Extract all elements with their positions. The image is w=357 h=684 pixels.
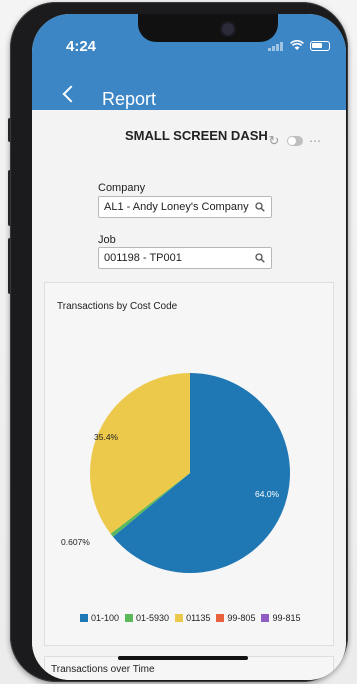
- card2-title: Transactions over Time: [51, 664, 155, 675]
- legend-item-99-805[interactable]: 99-805: [216, 613, 255, 623]
- slice-label-01-5930: 0.607%: [61, 537, 90, 547]
- dashboard-title: SMALL SCREEN DASH: [125, 128, 268, 143]
- legend-swatch: [125, 614, 134, 622]
- dashboard-body: SMALL SCREEN DASH ↻ ⋯ Company AL1 - Andy…: [32, 110, 346, 680]
- refresh-icon[interactable]: ↻: [267, 134, 281, 148]
- back-chevron-left-icon[interactable]: [62, 87, 76, 101]
- pie-chart: 64.0% 0.607% 35.4%: [61, 373, 291, 573]
- legend-swatch: [80, 614, 88, 622]
- notch: [138, 14, 278, 42]
- camera: [222, 23, 234, 35]
- company-field[interactable]: AL1 - Andy Loney's Company: [98, 196, 272, 218]
- signal-icon: [268, 41, 284, 51]
- job-field[interactable]: 001198 - TP001: [98, 247, 272, 269]
- wifi-icon: [290, 40, 304, 50]
- home-indicator: [118, 656, 248, 660]
- legend-label: 99-805: [227, 613, 256, 623]
- phone-frame: 4:24 Report SMALL SCREEN DASH ↻ ⋯ Compan…: [10, 2, 348, 682]
- legend-item-01-100[interactable]: 01-100: [80, 613, 119, 623]
- stage: 4:24 Report SMALL SCREEN DASH ↻ ⋯ Compan…: [0, 0, 357, 684]
- search-icon[interactable]: [255, 202, 265, 212]
- legend-label: 01-100: [91, 613, 120, 623]
- dashboard-tools: ↻ ⋯: [267, 134, 322, 149]
- slice-label-01135: 35.4%: [94, 432, 119, 442]
- app-bar: 4:24 Report: [32, 14, 346, 110]
- status-icons: [268, 40, 330, 51]
- legend-label: 01-5930: [136, 613, 170, 623]
- company-label: Company: [98, 182, 146, 194]
- company-value: AL1 - Andy Loney's Company: [104, 201, 249, 213]
- legend-swatch: [175, 614, 184, 622]
- slice-label-01-100: 64.0%: [255, 489, 280, 499]
- legend-item-01135[interactable]: 01135: [175, 613, 210, 623]
- pie-chart-card: Transactions by Cost Code 64.0% 0.607% 35.…: [44, 282, 334, 646]
- page-title: Report: [102, 89, 157, 109]
- toggle-icon[interactable]: [287, 136, 303, 146]
- phone-screen: 4:24 Report SMALL SCREEN DASH ↻ ⋯ Compan…: [32, 14, 346, 680]
- legend-item-99-815[interactable]: 99-815: [261, 613, 300, 623]
- battery-icon: [310, 40, 330, 51]
- legend-swatch: [261, 614, 270, 622]
- more-dots-icon[interactable]: ⋯: [309, 134, 322, 148]
- job-value: 001198 - TP001: [104, 252, 182, 264]
- legend-item-01-5930[interactable]: 01-5930: [125, 613, 169, 623]
- job-label: Job: [98, 234, 116, 246]
- legend-swatch: [216, 614, 225, 622]
- search-icon[interactable]: [255, 253, 265, 263]
- chart-legend: 01-100 01-5930 01135 99-805 99-815: [80, 613, 300, 623]
- status-time: 4:24: [66, 38, 97, 55]
- legend-label: 01135: [186, 613, 211, 623]
- legend-label: 99-815: [272, 613, 301, 623]
